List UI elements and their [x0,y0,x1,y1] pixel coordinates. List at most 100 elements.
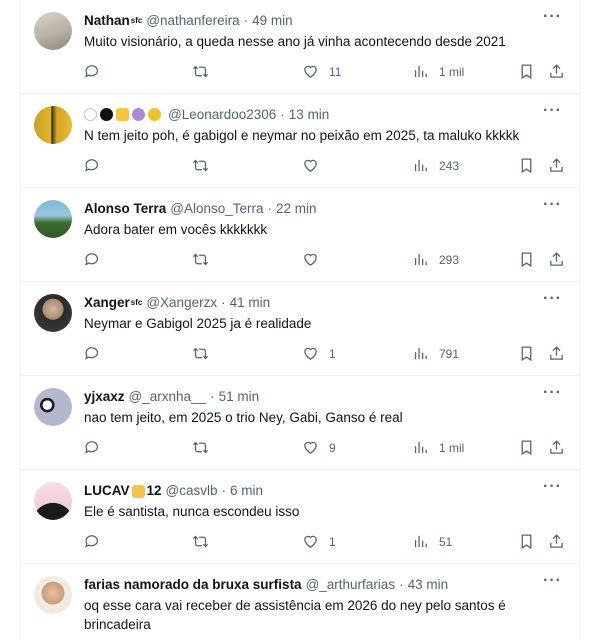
share-button[interactable] [548,345,565,362]
retweet-button[interactable] [192,533,209,550]
share-button[interactable] [548,63,565,80]
timestamp[interactable]: 49 min [252,10,293,32]
share-button[interactable] [548,157,565,174]
more-icon[interactable]: ··· [543,384,562,402]
share-icon [550,534,563,548]
share-button[interactable] [548,439,565,456]
user-handle[interactable]: @Alonso_Terra [170,198,263,220]
user-handle[interactable]: @_arxnha__ [129,386,207,408]
retweet-button[interactable] [192,345,209,362]
timeline-feed: ··· Nathan sfc @nathanfereira · 49 min Mu… [20,0,580,640]
like-button[interactable]: 1 [302,345,336,362]
reply-button[interactable] [84,439,101,456]
retweet-button[interactable] [192,439,209,456]
bookmark-button[interactable] [518,345,535,362]
retweet-icon [192,65,209,78]
retweet-icon [192,441,209,454]
avatar[interactable] [34,200,72,238]
views-icon [414,65,427,78]
tweet[interactable]: ··· Alonso Terra @Alonso_Terra · 22 min … [20,188,580,282]
reply-button[interactable] [84,251,101,268]
bookmark-button[interactable] [518,251,535,268]
timestamp[interactable]: 13 min [289,104,330,126]
avatar[interactable] [34,482,72,520]
tweet[interactable]: ··· LUCAV 12 @casvlb · 6 min Ele é santi… [20,470,580,564]
tweet[interactable]: ··· Nathan sfc @nathanfereira · 49 min Mu… [20,0,580,94]
retweet-button[interactable] [192,157,209,174]
display-name[interactable]: farias namorado da bruxa surfista [84,574,302,596]
user-handle[interactable]: @nathanfereira [146,10,239,32]
dot-separator: · [280,107,285,122]
reply-icon [85,253,99,266]
views-button[interactable]: 243 [412,157,459,174]
display-name-suffix[interactable]: 12 [147,480,162,502]
views-button[interactable]: 791 [412,345,459,362]
crossed-fingers-icon [116,108,129,121]
reply-button[interactable] [84,63,101,80]
views-button[interactable]: 1 mil [412,439,464,456]
display-name[interactable]: Nathan [84,10,130,32]
like-button[interactable] [302,157,329,174]
like-button[interactable] [302,251,329,268]
timestamp[interactable]: 43 min [408,574,449,596]
timestamp[interactable]: 41 min [230,292,271,314]
tweet[interactable]: ··· Xanger sfc @Xangerzx · 41 min Neymar … [20,282,580,376]
timestamp[interactable]: 51 min [219,386,260,408]
more-icon[interactable]: ··· [543,572,562,590]
retweet-button[interactable] [192,63,209,80]
view-count: 243 [439,158,460,173]
retweet-icon [192,253,209,266]
bookmark-icon [521,440,532,456]
user-handle[interactable]: @Leonardoo2306 [168,104,276,126]
reply-button[interactable] [84,345,101,362]
more-icon[interactable]: ··· [543,196,562,214]
yellow-circle-icon [148,108,161,121]
more-icon[interactable]: ··· [543,8,562,26]
tweet[interactable]: ··· farias namorado da bruxa surfista @_… [20,564,580,640]
timestamp[interactable]: 22 min [276,198,317,220]
like-button[interactable]: 11 [302,63,341,80]
bookmark-button[interactable] [518,439,535,456]
bookmark-button[interactable] [518,157,535,174]
like-button[interactable]: 1 [302,533,336,550]
display-name[interactable]: Alonso Terra [84,198,166,220]
display-name-emoji[interactable] [84,104,164,126]
share-button[interactable] [548,533,565,550]
reply-icon [85,159,99,172]
display-name[interactable]: yjxaxz [84,386,125,408]
like-count: 1 [329,346,336,361]
tweet[interactable]: ··· @Leonardoo2306 · 13 min N tem jeito … [20,94,580,188]
more-icon[interactable]: ··· [543,478,562,496]
action-bar: 1 791 [84,333,566,375]
like-count: 9 [329,440,336,455]
avatar[interactable] [34,106,72,144]
display-name[interactable]: Xanger [84,292,130,314]
like-count: 11 [329,64,342,79]
more-icon[interactable]: ··· [543,102,562,120]
avatar[interactable] [34,12,72,50]
timestamp[interactable]: 6 min [230,480,263,502]
display-name[interactable]: LUCAV [84,480,130,502]
views-button[interactable]: 293 [412,251,459,268]
views-button[interactable]: 51 [412,533,452,550]
view-count: 51 [439,534,453,549]
share-button[interactable] [548,251,565,268]
views-button[interactable]: 1 mil [412,63,464,80]
tweet-text: Adora bater em vocês kkkkkkk [84,222,268,237]
user-handle[interactable]: @Xangerzx [146,292,217,314]
tweet[interactable]: ··· yjxaxz @_arxnha__ · 51 min nao tem j… [20,376,580,470]
avatar[interactable] [34,294,72,332]
bookmark-button[interactable] [518,63,535,80]
reply-button[interactable] [84,533,101,550]
more-icon[interactable]: ··· [543,290,562,308]
view-count: 791 [439,346,460,361]
avatar[interactable] [34,576,72,614]
like-button[interactable]: 9 [302,439,336,456]
user-handle[interactable]: @casvlb [166,480,218,502]
retweet-button[interactable] [192,251,209,268]
tweet-header: Alonso Terra @Alonso_Terra · 22 min [84,198,566,220]
reply-button[interactable] [84,157,101,174]
user-handle[interactable]: @_arthurfarias [306,574,396,596]
bookmark-button[interactable] [518,533,535,550]
avatar[interactable] [34,388,72,426]
